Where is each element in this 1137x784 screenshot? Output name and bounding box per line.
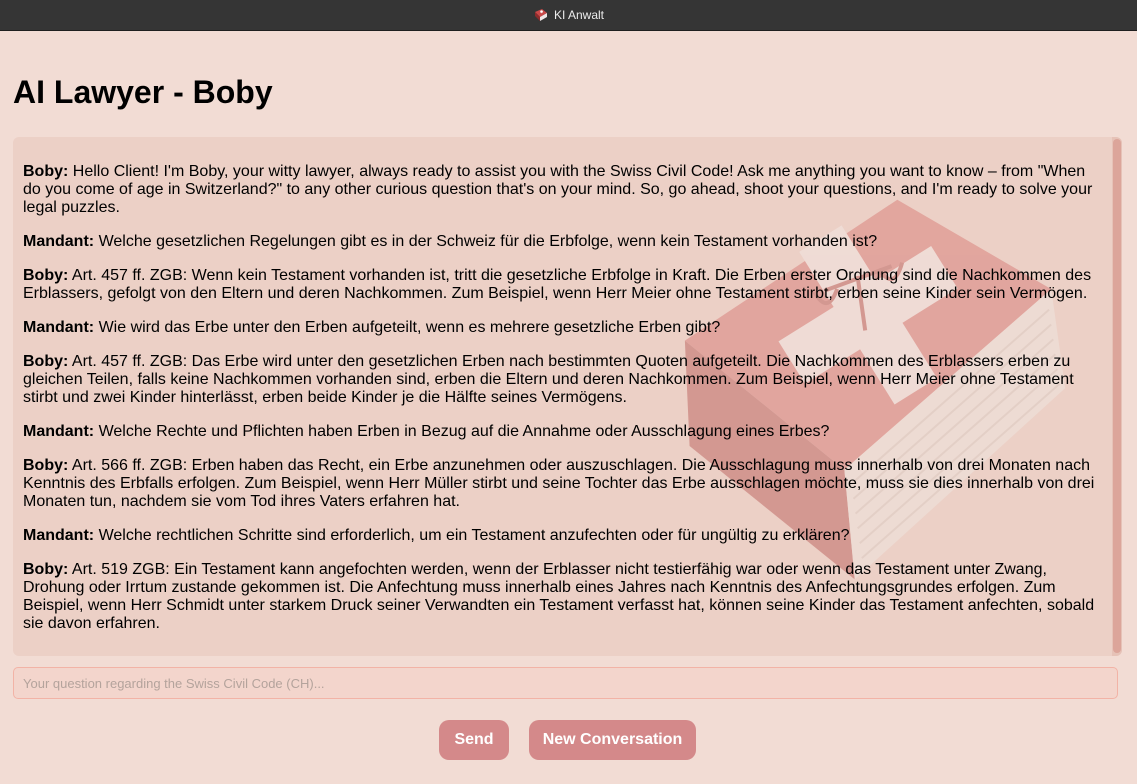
message-text: Welche Rechte und Pflichten haben Erben … [98, 423, 830, 440]
conversation-scrollbar[interactable] [1112, 137, 1122, 656]
window-title: KI Anwalt [553, 8, 605, 22]
chat-message: Mandant: Welche Rechte und Pflichten hab… [23, 423, 1097, 441]
chat-message: Boby: Hello Client! I'm Boby, your witty… [23, 163, 1097, 217]
message-list: Boby: Hello Client! I'm Boby, your witty… [23, 163, 1097, 649]
chat-message: Mandant: Welche rechtlichen Schritte sin… [23, 527, 1097, 545]
chat-message: Mandant: Welche gesetzlichen Regelungen … [23, 233, 1097, 251]
page-title: AI Lawyer - Boby [13, 74, 273, 110]
message-text: Art. 519 ZGB: Ein Testament kann angefoc… [23, 561, 1095, 632]
message-text: Art. 566 ff. ZGB: Erben haben das Recht,… [23, 457, 1095, 510]
speaker-label: Mandant: [23, 319, 95, 336]
chat-message: Boby: Art. 566 ff. ZGB: Erben haben das … [23, 457, 1097, 511]
message-text: Art. 457 ff. ZGB: Wenn kein Testament vo… [23, 267, 1092, 302]
chat-message: Boby: Art. 457 ff. ZGB: Das Erbe wird un… [23, 353, 1097, 407]
new-conversation-button[interactable]: New Conversation [529, 720, 696, 760]
message-text: Hello Client! I'm Boby, your witty lawye… [23, 163, 1093, 216]
window-titlebar: KI Anwalt [0, 0, 1137, 31]
message-text: Art. 457 ff. ZGB: Das Erbe wird unter de… [23, 353, 1074, 406]
chat-message: Boby: Art. 457 ff. ZGB: Wenn kein Testam… [23, 267, 1097, 303]
speaker-label: Boby: [23, 457, 69, 474]
message-text: Welche gesetzlichen Regelungen gibt es i… [98, 233, 878, 250]
message-text: Wie wird das Erbe unter den Erben aufget… [98, 319, 721, 336]
speaker-label: Boby: [23, 561, 69, 578]
swiss-law-book-icon [533, 7, 549, 23]
chat-message: Mandant: Wie wird das Erbe unter den Erb… [23, 319, 1097, 337]
scrollbar-thumb[interactable] [1113, 139, 1121, 653]
speaker-label: Boby: [23, 163, 69, 180]
question-input[interactable] [13, 667, 1118, 699]
send-button[interactable]: Send [439, 720, 509, 760]
conversation-panel[interactable]: Boby: Hello Client! I'm Boby, your witty… [13, 137, 1122, 656]
chat-message: Boby: Art. 519 ZGB: Ein Testament kann a… [23, 561, 1097, 633]
speaker-label: Mandant: [23, 527, 95, 544]
message-text: Welche rechtlichen Schritte sind erforde… [98, 527, 850, 544]
speaker-label: Boby: [23, 267, 69, 284]
speaker-label: Mandant: [23, 233, 95, 250]
speaker-label: Boby: [23, 353, 69, 370]
speaker-label: Mandant: [23, 423, 95, 440]
